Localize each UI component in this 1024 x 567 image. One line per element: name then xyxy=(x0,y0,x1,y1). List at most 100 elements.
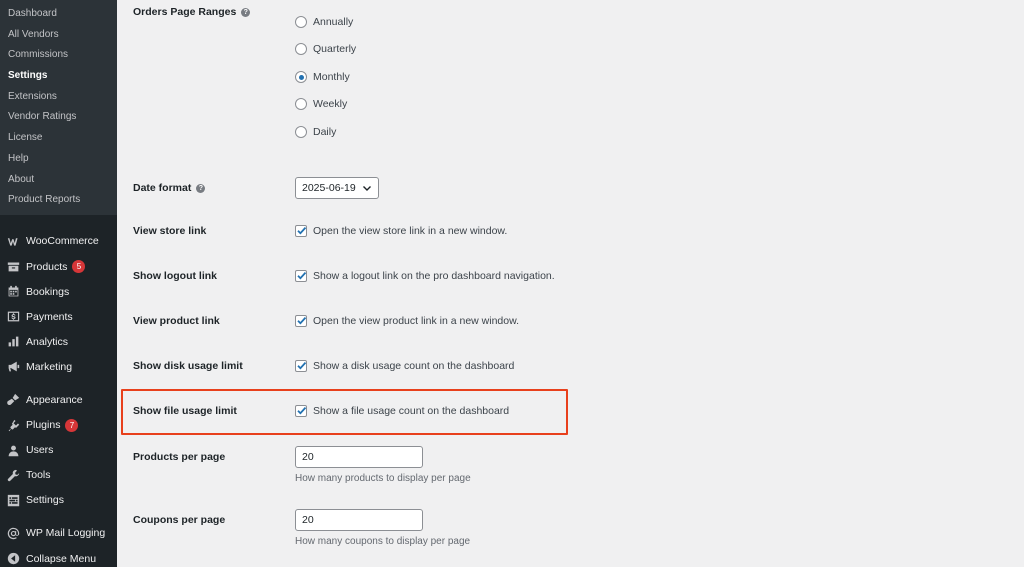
checkmark-icon xyxy=(297,361,307,370)
radio-label-weekly: Weekly xyxy=(313,98,348,110)
show-disk-usage-limit-label: Show disk usage limit xyxy=(133,360,243,372)
view-store-link-checkbox[interactable] xyxy=(295,225,307,237)
menu-separator xyxy=(0,513,117,521)
menu-label-analytics: Analytics xyxy=(26,335,69,348)
menu-item-products[interactable]: Products 5 xyxy=(0,254,117,279)
menu-item-settings[interactable]: Settings xyxy=(0,488,117,513)
menu-label-payments: Payments xyxy=(26,310,73,323)
show-logout-link-text: Show a logout link on the pro dashboard … xyxy=(313,270,555,282)
view-product-link-text: Open the view product link in a new wind… xyxy=(313,315,520,327)
menu-label-products: Products xyxy=(26,260,68,273)
submenu-extensions[interactable]: Extensions xyxy=(0,87,117,108)
show-file-usage-limit-label: Show file usage limit xyxy=(133,405,237,417)
date-format-value: 2025-06-19 xyxy=(302,182,356,194)
plugins-icon xyxy=(6,418,20,432)
menu-label-settings: Settings xyxy=(26,494,64,507)
show-disk-usage-limit-text: Show a disk usage count on the dashboard xyxy=(313,360,515,372)
checkmark-icon xyxy=(297,271,307,280)
coupons-per-page-input[interactable]: 20 xyxy=(295,509,423,531)
view-store-link-option[interactable]: Open the view store link in a new window… xyxy=(295,225,507,237)
users-icon xyxy=(6,443,20,457)
menu-label-tools: Tools xyxy=(26,469,51,482)
menu-item-analytics[interactable]: Analytics xyxy=(0,329,117,354)
radio-label-daily: Daily xyxy=(313,126,337,138)
radio-button[interactable] xyxy=(295,16,307,28)
show-logout-link-option[interactable]: Show a logout link on the pro dashboard … xyxy=(295,270,555,282)
menu-item-wp-mail-logging[interactable]: WP Mail Logging xyxy=(0,521,117,546)
menu-item-bookings[interactable]: Bookings xyxy=(0,279,117,304)
coupons-per-page-description: How many coupons to display per page xyxy=(295,536,471,547)
woo-icon xyxy=(6,234,20,248)
collapse-icon xyxy=(6,552,20,566)
radio-button[interactable] xyxy=(295,126,307,138)
menu-item-plugins[interactable]: Plugins 7 xyxy=(0,413,117,438)
products-per-page-description: How many products to display per page xyxy=(295,473,471,484)
radio-daily[interactable]: Daily xyxy=(295,126,336,138)
submenu-commissions[interactable]: Commissions xyxy=(0,45,117,66)
chevron-down-icon xyxy=(363,186,371,191)
radio-label-monthly: Monthly xyxy=(313,71,350,83)
menu-label-marketing: Marketing xyxy=(26,360,73,373)
view-product-link-option[interactable]: Open the view product link in a new wind… xyxy=(295,315,519,327)
products-per-page-label: Products per page xyxy=(133,451,226,463)
vendors-submenu: Dashboard All Vendors Commissions Settin… xyxy=(0,0,117,215)
settings-panel: Orders Page Ranges ? Annually Quarterly … xyxy=(117,0,1024,567)
menu-label-appearance: Appearance xyxy=(26,393,83,406)
submenu-license[interactable]: License xyxy=(0,128,117,149)
coupons-per-page-label: Coupons per page xyxy=(133,514,226,526)
products-per-page-input[interactable]: 20 xyxy=(295,446,423,468)
submenu-settings[interactable]: Settings xyxy=(0,66,117,87)
view-product-link-label: View product link xyxy=(133,315,220,327)
radio-button[interactable] xyxy=(295,98,307,110)
menu-item-payments[interactable]: Payments xyxy=(0,304,117,329)
settings-icon xyxy=(6,493,20,507)
show-logout-link-checkbox[interactable] xyxy=(295,270,307,282)
radio-button-selected[interactable] xyxy=(295,71,307,83)
show-disk-usage-limit-checkbox[interactable] xyxy=(295,360,307,372)
submenu-product-reports[interactable]: Product Reports xyxy=(0,190,117,211)
appearance-icon xyxy=(6,393,20,407)
radio-annually[interactable]: Annually xyxy=(295,16,353,28)
menu-label-bookings: Bookings xyxy=(26,285,70,298)
checkmark-icon xyxy=(297,406,307,415)
menu-item-woocommerce[interactable]: WooCommerce xyxy=(0,229,117,254)
checkmark-icon xyxy=(297,226,307,235)
submenu-help[interactable]: Help xyxy=(0,149,117,170)
show-logout-link-label: Show logout link xyxy=(133,270,217,282)
show-file-usage-limit-option[interactable]: Show a file usage count on the dashboard xyxy=(295,405,509,417)
orders-page-ranges-text: Orders Page Ranges xyxy=(133,6,237,18)
menu-item-appearance[interactable]: Appearance xyxy=(0,387,117,412)
radio-label-quarterly: Quarterly xyxy=(313,43,357,55)
menu-label-wp-mail-logging: WP Mail Logging xyxy=(26,527,106,540)
date-format-select[interactable]: 2025-06-19 xyxy=(295,177,379,199)
view-store-link-text: Open the view store link in a new window… xyxy=(313,225,508,237)
submenu-all-vendors[interactable]: All Vendors xyxy=(0,25,117,46)
bookings-icon xyxy=(6,285,20,299)
payments-icon xyxy=(6,310,20,324)
menu-item-marketing[interactable]: Marketing xyxy=(0,354,117,379)
radio-weekly[interactable]: Weekly xyxy=(295,98,347,110)
plugins-update-badge: 7 xyxy=(65,418,79,432)
submenu-dashboard[interactable]: Dashboard xyxy=(0,4,117,25)
date-format-text: Date format xyxy=(133,182,192,194)
help-icon[interactable]: ? xyxy=(196,183,206,193)
submenu-about[interactable]: About xyxy=(0,170,117,191)
menu-label-plugins: Plugins xyxy=(26,419,61,432)
analytics-icon xyxy=(6,335,20,349)
show-file-usage-limit-checkbox[interactable] xyxy=(295,405,307,417)
products-icon xyxy=(6,260,20,274)
view-store-link-label: View store link xyxy=(133,225,207,237)
radio-button[interactable] xyxy=(295,43,307,55)
help-icon[interactable]: ? xyxy=(241,7,251,17)
marketing-icon xyxy=(6,360,20,374)
radio-monthly[interactable]: Monthly xyxy=(295,71,350,83)
radio-quarterly[interactable]: Quarterly xyxy=(295,43,356,55)
checkmark-icon xyxy=(297,316,307,325)
menu-item-users[interactable]: Users xyxy=(0,438,117,463)
menu-item-tools[interactable]: Tools xyxy=(0,463,117,488)
products-count-badge: 5 xyxy=(72,260,86,274)
submenu-vendor-ratings[interactable]: Vendor Ratings xyxy=(0,107,117,128)
view-product-link-checkbox[interactable] xyxy=(295,315,307,327)
menu-item-collapse[interactable]: Collapse Menu xyxy=(0,546,117,567)
show-disk-usage-limit-option[interactable]: Show a disk usage count on the dashboard xyxy=(295,360,514,372)
